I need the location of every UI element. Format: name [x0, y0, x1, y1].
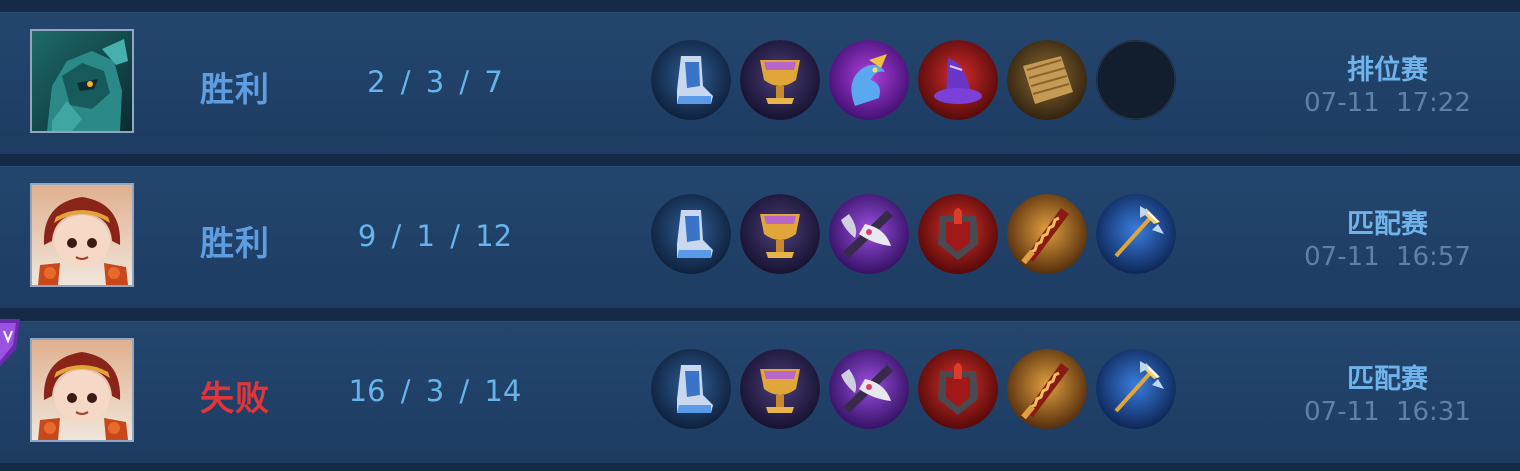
match-time: 07-11 16:31 — [1304, 397, 1471, 427]
hero-avatar — [30, 29, 134, 133]
red-haired-girl-hero-icon — [32, 185, 132, 285]
blue-boots-icon[interactable] — [651, 40, 731, 120]
blue-trident-icon[interactable] — [1096, 194, 1176, 274]
game-mode: 匹配赛 — [1347, 209, 1428, 240]
match-time: 07-11 17:22 — [1304, 88, 1471, 118]
golden-serrated-blade-icon[interactable] — [1007, 194, 1087, 274]
red-armor-helm-icon[interactable] — [918, 194, 998, 274]
vip-badge-icon — [0, 319, 20, 367]
kda-score: 2 / 3 / 7 — [367, 65, 503, 99]
hero-avatar — [30, 183, 134, 287]
red-wizard-hat-icon[interactable] — [918, 40, 998, 120]
purple-battle-axe-icon[interactable] — [829, 194, 909, 274]
kda-score: 9 / 1 / 12 — [357, 219, 513, 253]
match-time: 07-11 16:57 — [1304, 242, 1471, 272]
gold-chalice-icon[interactable] — [740, 194, 820, 274]
hero-avatar — [30, 338, 134, 442]
blue-boots-icon[interactable] — [651, 349, 731, 429]
blue-boots-icon[interactable] — [651, 194, 731, 274]
gold-chalice-icon[interactable] — [740, 40, 820, 120]
match-row[interactable]: 胜利 2 / 3 / 7 排位赛 07-11 17:22 — [0, 12, 1520, 154]
gold-chalice-icon[interactable] — [740, 349, 820, 429]
red-armor-helm-icon[interactable] — [918, 349, 998, 429]
empty-item-slot[interactable] — [1096, 40, 1176, 120]
game-mode: 匹配赛 — [1347, 364, 1428, 395]
kda-score: 16 / 3 / 14 — [348, 374, 522, 408]
purple-dragon-staff-icon[interactable] — [829, 40, 909, 120]
blue-trident-icon[interactable] — [1096, 349, 1176, 429]
red-haired-girl-hero-icon — [32, 340, 132, 440]
purple-battle-axe-icon[interactable] — [829, 349, 909, 429]
wooden-shield-plate-icon[interactable] — [1007, 40, 1087, 120]
match-row[interactable]: 失败 16 / 3 / 14 匹配赛 07-11 16:31 — [0, 319, 1520, 463]
green-mech-hero-icon — [32, 31, 132, 131]
match-history-list: 胜利 2 / 3 / 7 排位赛 07-11 17:22 胜利 9 / 1 / … — [0, 0, 1520, 471]
match-result: 失败 — [200, 379, 270, 419]
match-row[interactable]: 胜利 9 / 1 / 12 匹配赛 07-11 16:57 — [0, 166, 1520, 308]
match-result: 胜利 — [200, 224, 270, 264]
match-result: 胜利 — [200, 70, 270, 110]
game-mode: 排位赛 — [1347, 55, 1428, 86]
golden-serrated-blade-icon[interactable] — [1007, 349, 1087, 429]
